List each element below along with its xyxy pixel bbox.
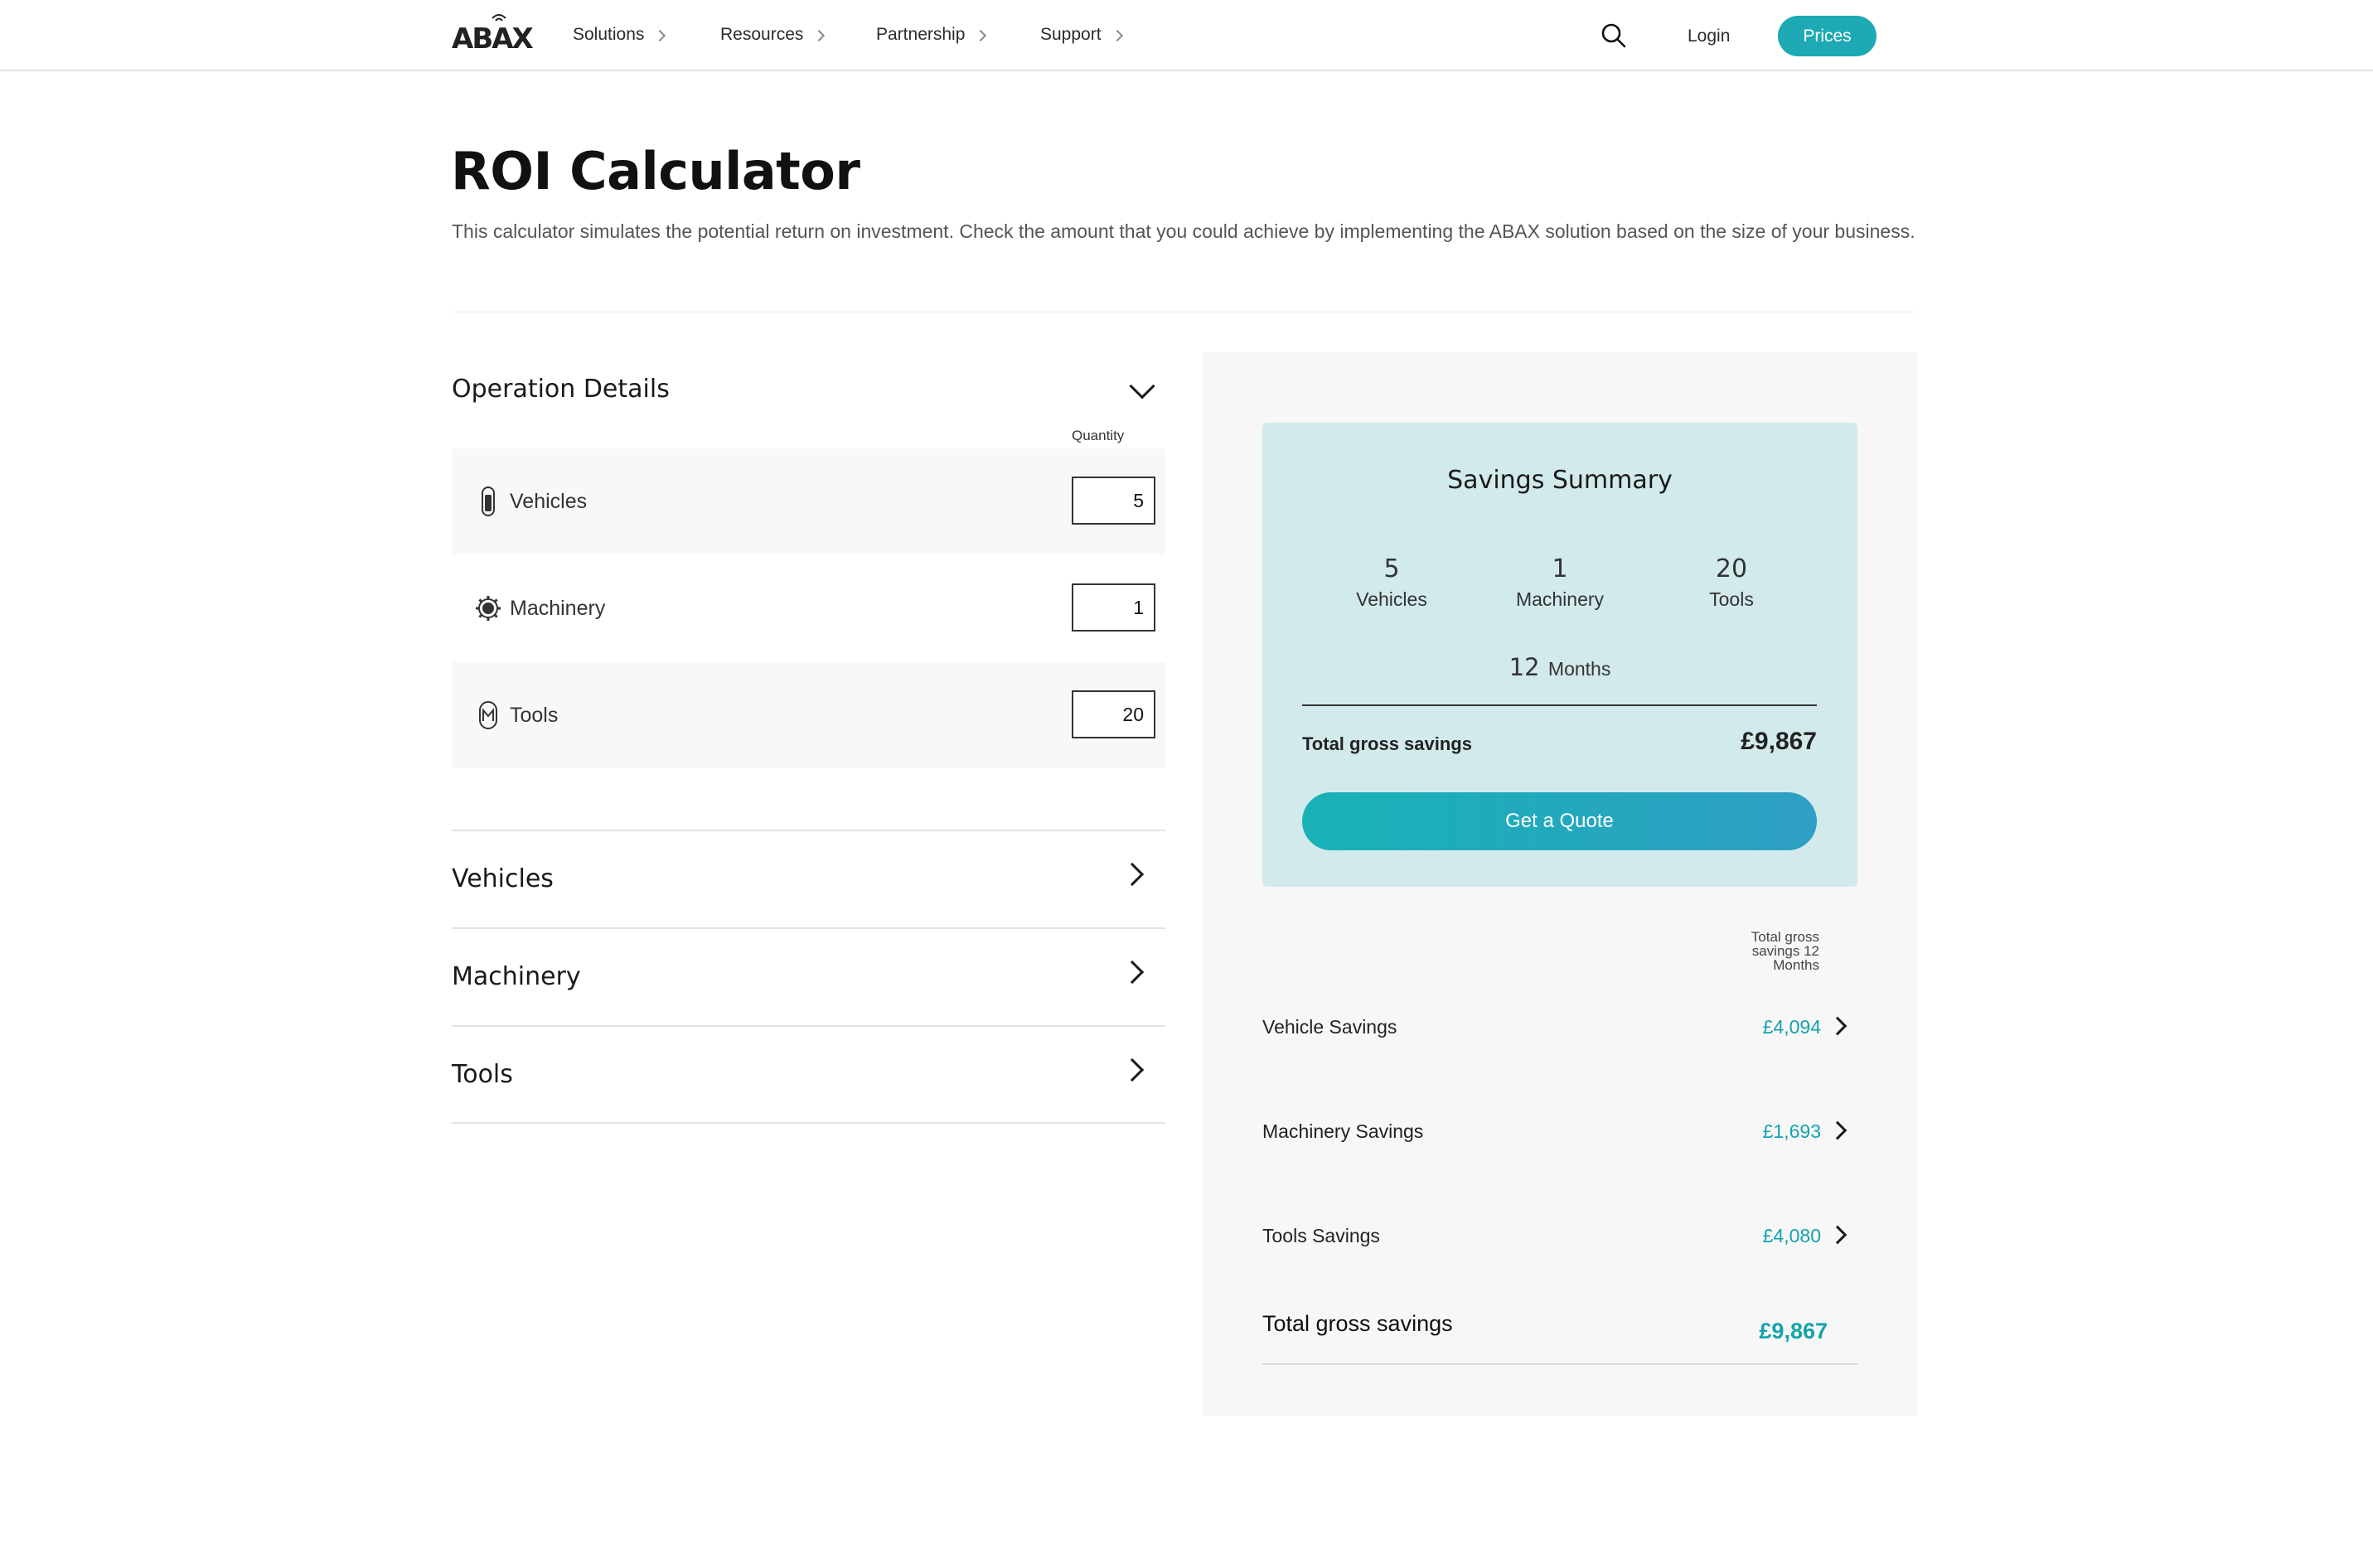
machinery-gear-icon [476,596,501,621]
tools-quantity-input[interactable] [1072,690,1155,738]
nav-item-label: Resources [720,25,804,44]
chevron-right-icon [1120,960,1145,985]
divider [1262,1363,1857,1365]
operation-row-vehicles: Vehicles [452,448,1165,554]
vehicle-tracker-icon [482,486,495,516]
divider [1302,704,1817,706]
accordion-vehicles[interactable]: Vehicles [452,830,1165,927]
period-months: 12 Months [1262,653,1857,681]
chevron-down-icon[interactable] [1129,373,1155,399]
savings-panel: Savings Summary 5 Vehicles 1 Machinery 2… [1202,352,1917,1416]
top-navbar: ABAX Solutions Resources Partnership Sup… [0,0,2373,71]
search-icon[interactable] [1600,22,1628,50]
nav-item-label: Support [1040,25,1102,44]
nav-item-partnership[interactable]: Partnership [876,25,987,45]
chevron-right-icon [1828,1225,1848,1245]
savings-label: Vehicle Savings [1262,1016,1397,1038]
stat-vehicles: 5 Vehicles [1309,555,1475,611]
grand-total-label: Total gross savings [1262,1311,1453,1336]
chevron-right-icon [654,29,666,41]
savings-value: £4,080 [1762,1225,1821,1246]
machinery-quantity-input[interactable] [1072,583,1155,632]
accordion-label: Vehicles [452,864,554,893]
logo-text: ABAX [452,22,534,56]
accordion-tools[interactable]: Tools [452,1025,1165,1123]
stat-label: Tools [1709,588,1754,610]
months-number: 12 [1509,653,1540,681]
signal-wave-icon [492,14,506,22]
row-label: Tools [510,704,559,727]
vehicles-quantity-input[interactable] [1072,477,1155,525]
nav-item-label: Solutions [573,25,645,44]
stat-machinery: 1 Machinery [1477,555,1643,611]
quantity-column-label: Quantity [1072,428,1125,443]
chevron-right-icon [975,29,987,41]
stat-label: Vehicles [1356,588,1427,610]
chevron-right-icon [813,29,826,41]
grand-total-value: £9,867 [1759,1319,1828,1343]
savings-value: £4,094 [1762,1016,1821,1038]
savings-label: Tools Savings [1262,1225,1380,1246]
get-a-quote-button[interactable]: Get a Quote [1302,792,1817,850]
chevron-right-icon [1120,862,1145,887]
chevron-right-icon [1828,1016,1848,1036]
savings-summary-card: Savings Summary 5 Vehicles 1 Machinery 2… [1262,423,1857,887]
months-label: Months [1547,658,1611,680]
login-link[interactable]: Login [1688,27,1730,46]
nav-item-solutions[interactable]: Solutions [573,25,666,45]
row-label: Machinery [510,597,606,620]
stat-number: 1 [1552,554,1568,583]
page-title: ROI Calculator [451,141,860,201]
operation-details-title: Operation Details [452,375,670,404]
operation-row-tools: Tools [452,662,1165,768]
savings-summary-title: Savings Summary [1447,466,1673,495]
accordion-machinery[interactable]: Machinery [452,927,1165,1025]
tool-tag-icon [479,701,497,729]
machinery-savings-row[interactable]: Machinery Savings £1,693 [1262,1106,1857,1155]
nav-item-label: Partnership [876,25,966,44]
stat-number: 20 [1715,554,1748,583]
chevron-right-icon [1120,1057,1145,1082]
divider [452,1122,1165,1124]
total-gross-savings-label: Total gross savings [1302,733,1472,754]
savings-label: Machinery Savings [1262,1120,1424,1142]
abax-logo[interactable]: ABAX [452,12,534,53]
savings-value: £1,693 [1762,1120,1821,1142]
tools-savings-row[interactable]: Tools Savings £4,080 [1262,1210,1857,1260]
operation-row-machinery: Machinery [452,555,1165,661]
nav-item-support[interactable]: Support [1040,25,1123,45]
accordion-label: Machinery [452,962,581,991]
chevron-right-icon [1828,1120,1848,1140]
row-label: Vehicles [510,490,588,513]
stat-tools: 20 Tools [1649,555,1814,611]
stat-number: 5 [1383,554,1400,583]
accordion-label: Tools [452,1060,513,1089]
breakdown-column-header: Total gross savings 12 Months [1751,929,1819,973]
page-description: This calculator simulates the potential … [452,220,1915,242]
nav-item-resources[interactable]: Resources [720,25,826,45]
stat-label: Machinery [1515,588,1605,610]
prices-button[interactable]: Prices [1778,16,1877,56]
chevron-right-icon [1111,29,1123,41]
vehicle-savings-row[interactable]: Vehicle Savings £4,094 [1262,1001,1857,1051]
total-gross-savings-value: £9,867 [1741,728,1817,755]
